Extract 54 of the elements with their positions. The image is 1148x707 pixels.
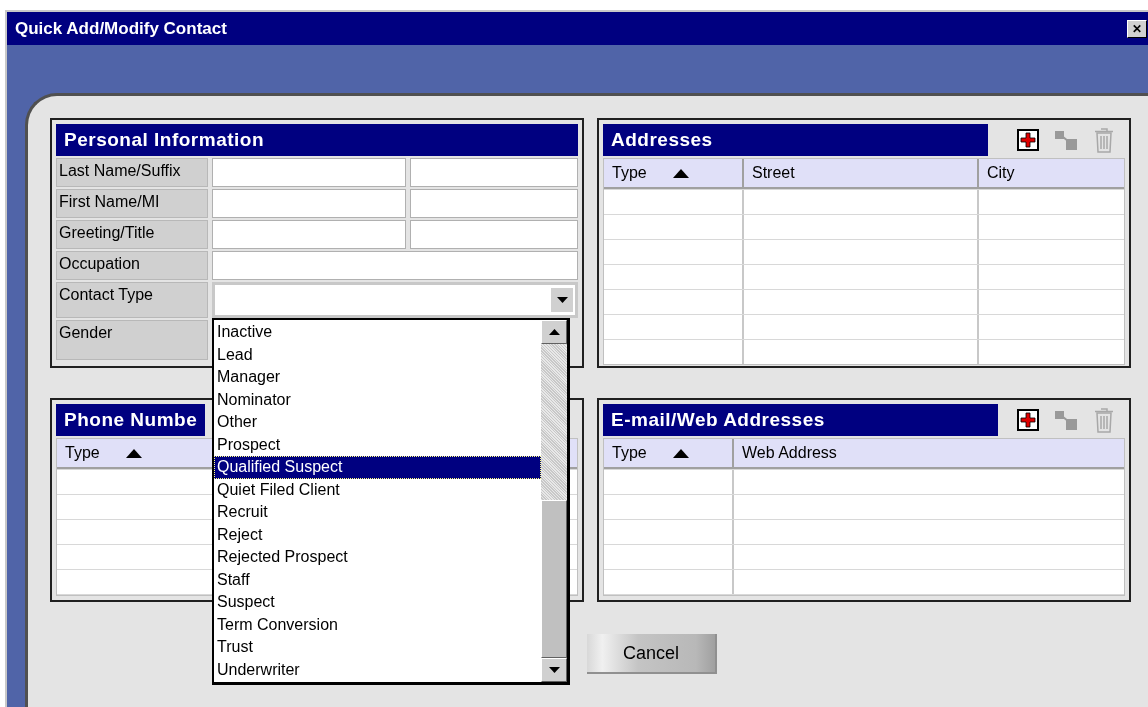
field-label: Contact Type xyxy=(56,282,208,318)
dropdown-option[interactable]: Nominator xyxy=(214,388,541,411)
text-field[interactable] xyxy=(212,220,406,249)
text-field[interactable] xyxy=(212,158,406,187)
window-title: Quick Add/Modify Contact xyxy=(15,17,227,40)
linked-squares-icon xyxy=(1054,129,1078,151)
panel-title: Personal Information xyxy=(56,124,578,156)
dropdown-option[interactable]: Underwriter xyxy=(214,658,541,681)
scrollbar[interactable] xyxy=(541,320,567,682)
panel-title: E-mail/Web Addresses xyxy=(603,404,998,436)
trash-icon xyxy=(1094,127,1114,153)
column-header[interactable]: Type xyxy=(604,439,734,467)
dropdown-option[interactable]: Manager xyxy=(214,366,541,389)
column-header[interactable]: Street xyxy=(744,159,979,187)
dropdown-option[interactable]: Trust xyxy=(214,636,541,659)
linked-squares-icon xyxy=(1054,409,1078,431)
text-field[interactable] xyxy=(410,220,578,249)
panel-title: Addresses xyxy=(603,124,988,156)
column-header[interactable]: City xyxy=(979,159,1124,187)
dropdown-option[interactable]: Lead xyxy=(214,343,541,366)
field-label: First Name/MI xyxy=(56,189,208,218)
column-header[interactable]: Type xyxy=(604,159,744,187)
sort-ascending-icon xyxy=(125,448,142,458)
scroll-up-icon xyxy=(548,329,560,335)
text-field[interactable] xyxy=(410,158,578,187)
add-icon xyxy=(1017,409,1039,431)
cancel-button[interactable]: Cancel xyxy=(587,634,717,674)
field-label: Occupation xyxy=(56,251,208,280)
column-header[interactable]: Web Address xyxy=(734,439,1124,467)
dropdown-option[interactable]: Qualified Suspect xyxy=(214,456,541,479)
dropdown-option[interactable]: Term Conversion xyxy=(214,613,541,636)
text-field[interactable] xyxy=(212,189,406,218)
dropdown-option[interactable]: Suspect xyxy=(214,591,541,614)
caret-icon xyxy=(556,297,568,303)
trash-icon xyxy=(1094,407,1114,433)
scroll-down-button[interactable] xyxy=(541,658,567,682)
close-button[interactable]: ✕ xyxy=(1127,19,1147,38)
dropdown-option[interactable]: Recruit xyxy=(214,501,541,524)
sort-ascending-icon xyxy=(672,168,689,178)
field-label: Last Name/Suffix xyxy=(56,158,208,187)
field-label: Greeting/Title xyxy=(56,220,208,249)
field-label: Gender xyxy=(56,320,208,360)
dropdown-option[interactable]: Quiet Filed Client xyxy=(214,478,541,501)
add-icon xyxy=(1017,129,1039,151)
dropdown-option[interactable]: Prospect xyxy=(214,433,541,456)
scroll-down-icon xyxy=(548,667,560,673)
dropdown-option[interactable]: Other xyxy=(214,411,541,434)
dropdown-option[interactable]: Inactive xyxy=(214,321,541,344)
scroll-thumb[interactable] xyxy=(541,500,567,658)
sort-ascending-icon xyxy=(672,448,689,458)
scroll-up-button[interactable] xyxy=(541,320,567,344)
panel-title: Phone Numbe xyxy=(56,404,206,436)
text-field[interactable] xyxy=(212,251,578,280)
text-field[interactable] xyxy=(410,189,578,218)
